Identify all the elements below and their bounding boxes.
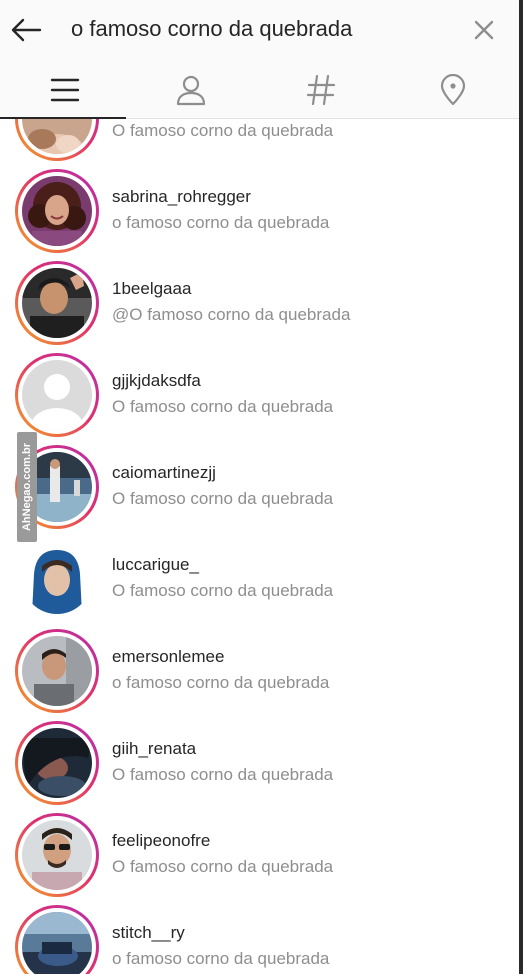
list-item[interactable]: emersonlemee o famoso corno da quebrada	[0, 625, 523, 717]
back-arrow-icon	[11, 18, 42, 42]
story-ring	[15, 813, 99, 897]
story-ring	[15, 629, 99, 713]
avatar	[22, 636, 92, 706]
list-item[interactable]: feelipeonofre O famoso corno da quebrada	[0, 809, 523, 901]
search-input[interactable]: o famoso corno da quebrada	[71, 16, 352, 42]
location-pin-icon	[440, 74, 466, 106]
avatar	[22, 268, 92, 338]
full-name: o famoso corno da quebrada	[112, 949, 330, 968]
watermark-text: AhNegao.com.br	[21, 442, 34, 532]
list-item[interactable]: O famoso corno da quebrada	[0, 119, 523, 165]
person-icon	[176, 75, 206, 106]
story-ring	[15, 261, 99, 345]
search-results-list: O famoso corno da quebrada sabrina_rohre…	[0, 119, 523, 974]
username: stitch__ry	[112, 923, 185, 942]
username: emersonlemee	[112, 647, 225, 666]
username: luccarigue_	[112, 555, 199, 574]
avatar	[22, 544, 92, 614]
watermark: AhNegao.com.br	[17, 432, 37, 542]
full-name: O famoso corno da quebrada	[112, 397, 334, 416]
clear-search-button[interactable]	[469, 15, 499, 45]
username: giih_renata	[112, 739, 197, 758]
menu-icon	[50, 78, 80, 102]
tab-tags[interactable]	[256, 62, 386, 118]
username: 1beelgaaa	[112, 279, 192, 298]
list-item[interactable]: sabrina_rohregger o famoso corno da queb…	[0, 165, 523, 257]
username: gjjkjdaksdfa	[112, 371, 201, 390]
story-ring	[15, 353, 99, 437]
avatar	[22, 820, 92, 890]
full-name: O famoso corno da quebrada	[112, 581, 334, 600]
story-ring	[15, 905, 99, 974]
story-ring	[15, 721, 99, 805]
list-item[interactable]: gjjkjdaksdfa O famoso corno da quebrada	[0, 349, 523, 441]
list-item[interactable]: 1beelgaaa @O famoso corno da quebrada	[0, 257, 523, 349]
story-ring	[15, 119, 99, 161]
avatar	[22, 176, 92, 246]
full-name: O famoso corno da quebrada	[112, 857, 334, 876]
avatar	[22, 360, 92, 430]
list-item[interactable]: stitch__ry o famoso corno da quebrada	[0, 901, 523, 974]
screen-edge	[519, 0, 523, 974]
tab-places[interactable]	[388, 62, 518, 118]
full-name: o famoso corno da quebrada	[112, 213, 330, 232]
username: sabrina_rohregger	[112, 187, 251, 206]
full-name: O famoso corno da quebrada	[112, 489, 334, 508]
close-icon	[474, 20, 494, 40]
avatar	[22, 912, 92, 974]
list-item[interactable]: luccarigue_ O famoso corno da quebrada	[0, 533, 523, 625]
avatar-frame	[15, 537, 99, 621]
back-button[interactable]	[8, 12, 44, 48]
username: feelipeonofre	[112, 831, 211, 850]
avatar	[22, 119, 92, 154]
full-name: @O famoso corno da quebrada	[112, 305, 351, 324]
tab-top[interactable]	[0, 62, 130, 119]
full-name: O famoso corno da quebrada	[112, 121, 334, 140]
username: caiomartinezjj	[112, 463, 216, 482]
list-item[interactable]: giih_renata O famoso corno da quebrada	[0, 717, 523, 809]
search-bar: o famoso corno da quebrada	[0, 0, 523, 62]
story-ring	[15, 169, 99, 253]
list-item[interactable]: caiomartinezjj O famoso corno da quebrad…	[0, 441, 523, 533]
avatar	[22, 728, 92, 798]
search-tabs	[0, 62, 523, 119]
full-name: o famoso corno da quebrada	[112, 673, 330, 692]
full-name: O famoso corno da quebrada	[112, 765, 334, 784]
hashtag-icon	[306, 74, 336, 106]
tab-accounts[interactable]	[126, 62, 256, 118]
